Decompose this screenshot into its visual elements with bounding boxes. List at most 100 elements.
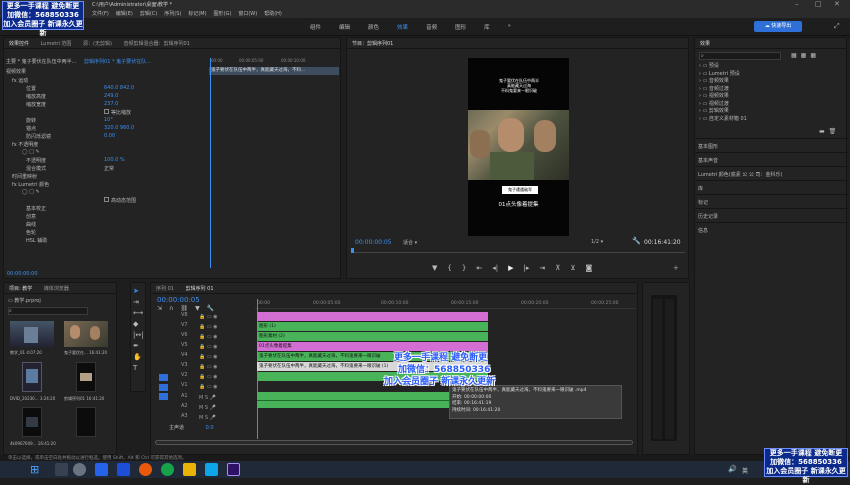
delete-icon[interactable]: 🗑 xyxy=(829,128,837,135)
workspace-assembly[interactable]: 组件 xyxy=(310,23,321,31)
section-basic-correction[interactable]: 基本校正 xyxy=(26,206,46,212)
tab-media-browser[interactable]: 媒体浏览器 xyxy=(39,283,74,293)
track-v6[interactable]: V6 xyxy=(181,332,188,338)
tree-item[interactable]: › ▭ 视频效果 xyxy=(699,93,839,101)
uniform-scale-checkbox[interactable] xyxy=(104,109,109,114)
source-patch-v1[interactable] xyxy=(159,374,168,381)
track-v3[interactable]: V3 xyxy=(181,362,188,368)
fullscreen-icon[interactable]: ⤢ xyxy=(834,23,840,30)
new-bin-icon[interactable]: ▬ xyxy=(819,128,825,135)
menu-window[interactable]: 窗口(W) xyxy=(238,10,257,17)
track-v2[interactable]: V2 xyxy=(181,372,188,378)
tree-item[interactable]: › ▭ 音频效果 xyxy=(699,78,839,86)
fit-select[interactable]: 适合 ▾ xyxy=(403,239,417,246)
eye-icon[interactable]: 🔒 ▭ ◉ xyxy=(199,372,218,382)
export-frame-icon[interactable]: ◙ xyxy=(585,264,592,272)
panel-essential-sound[interactable]: 基本声音 xyxy=(695,152,848,166)
section-hsl[interactable]: HSL 辅助 xyxy=(26,238,47,244)
tree-item[interactable]: › ▭ Lumetri 预设 xyxy=(699,71,839,79)
source-line[interactable]: 主要 * 鬼子要伏在队伍中两半... xyxy=(6,59,76,65)
step-forward-icon[interactable]: |▸ xyxy=(523,264,529,272)
master-value[interactable]: 0.0 xyxy=(206,425,214,431)
go-to-out-icon[interactable]: ⇥ xyxy=(539,264,545,272)
panel-info[interactable]: 信息 xyxy=(695,222,848,236)
hdr-checkbox[interactable] xyxy=(104,197,109,202)
ripple-edit-tool-icon[interactable]: ⟷ xyxy=(133,309,144,317)
tab-effect-controls[interactable]: 效果控件 xyxy=(4,38,34,48)
mute-icon[interactable]: M S 🎤 xyxy=(199,393,216,403)
add-marker-icon[interactable]: ▼ xyxy=(432,264,437,272)
add-button-icon[interactable]: + xyxy=(673,265,679,272)
project-item[interactable] xyxy=(76,407,96,437)
app-icon[interactable] xyxy=(95,463,108,476)
effect-lumetri[interactable]: fx Lumetri 颜色 xyxy=(12,182,49,188)
track-v1[interactable]: V1 xyxy=(181,382,188,388)
slip-tool-icon[interactable]: |↔| xyxy=(133,331,144,339)
menu-clip[interactable]: 剪辑(C) xyxy=(140,10,157,17)
track-a1[interactable]: A1 xyxy=(181,393,188,399)
workspace-libraries[interactable]: 库 xyxy=(484,23,490,31)
settings-icon[interactable]: 🔧 xyxy=(207,305,214,312)
hand-tool-icon[interactable]: ✋ xyxy=(133,353,144,361)
volume-icon[interactable]: 🔊 xyxy=(728,465,737,473)
scrollbar-thumb[interactable] xyxy=(155,440,633,445)
effect-controls-timecode[interactable]: 00:00:00:00 xyxy=(7,271,38,277)
tree-item[interactable]: › ▭ 剪辑效果 xyxy=(699,108,839,116)
playhead-line[interactable] xyxy=(210,58,211,268)
project-item[interactable] xyxy=(22,407,42,437)
eye-icon[interactable]: 🔒 ▭ ◉ xyxy=(199,312,218,322)
panel-essential-graphics[interactable]: 基本图形 xyxy=(695,138,848,152)
project-item[interactable] xyxy=(76,362,96,392)
tree-item[interactable]: › ▭ 自定义素材箱 01 xyxy=(699,116,839,124)
panel-history[interactable]: 历史记录 xyxy=(695,208,848,222)
panel-lumetri-color[interactable]: Lumetri 颜色(底素 公 公 司：金科乐) xyxy=(695,166,848,180)
tab-source[interactable]: 源：(无剪辑) xyxy=(78,38,117,48)
mute-icon[interactable]: M S 🎤 xyxy=(199,403,216,413)
clip-line[interactable]: 剪辑序列01 * 鬼子要伏在队... xyxy=(84,59,151,65)
menu-help[interactable]: 帮助(H) xyxy=(264,10,282,17)
tray-lang[interactable]: 英 xyxy=(742,466,748,475)
project-item[interactable] xyxy=(10,321,54,347)
anchor-value[interactable]: 320.0 960.0 xyxy=(104,125,134,131)
premiere-icon[interactable] xyxy=(227,463,240,476)
snap-icon[interactable]: ∩ xyxy=(169,305,173,312)
effects-search-input[interactable]: ⌕ xyxy=(699,52,781,60)
effect-time-remap[interactable]: 时间重映射 xyxy=(12,174,37,180)
menu-marker[interactable]: 标记(M) xyxy=(188,10,206,17)
tree-item[interactable]: › ▭ 预设 xyxy=(699,63,839,71)
audio-clip[interactable] xyxy=(257,392,457,408)
insert-icon[interactable]: ⇲ xyxy=(157,305,162,312)
track-a3[interactable]: A3 xyxy=(181,413,188,419)
tab-audio-clip-mixer[interactable]: 音频剪辑混合器：剪辑序列01 xyxy=(119,38,195,48)
section-curves[interactable]: 曲线 xyxy=(26,222,36,228)
program-scrub-bar[interactable] xyxy=(351,248,685,253)
close-icon[interactable]: ✕ xyxy=(834,1,840,8)
project-item[interactable] xyxy=(64,321,108,347)
settings-icon[interactable] xyxy=(73,463,86,476)
lift-icon[interactable]: ⊼ xyxy=(555,264,560,272)
menu-edit[interactable]: 编辑(E) xyxy=(116,10,133,17)
effect-controls-clip-bar[interactable]: 鬼子要伏在队伍中两半，真能藏天过海，不料... xyxy=(209,67,339,75)
playhead-marker[interactable] xyxy=(351,248,354,253)
section-color-wheels[interactable]: 色轮 xyxy=(26,230,36,236)
play-icon[interactable]: ▶ xyxy=(508,264,513,272)
source-patch-a1[interactable] xyxy=(159,393,168,400)
timeline-ruler[interactable]: 00:00 00:00:05:00 00:00:10:00 00:00:15:0… xyxy=(255,299,635,309)
wrench-icon[interactable]: 🔧 xyxy=(632,238,641,245)
workspace-editing[interactable]: 编辑 xyxy=(339,23,350,31)
scale-width-value[interactable]: 237.0 xyxy=(104,101,118,107)
windows-start-icon[interactable]: ⊞ xyxy=(30,463,39,476)
pen-mask-icon[interactable]: ✎ xyxy=(36,189,40,195)
marker-icon[interactable]: ▼ xyxy=(195,305,200,312)
yuv-effects-icon[interactable]: ▦ xyxy=(810,52,816,59)
source-patch-v2[interactable] xyxy=(159,384,168,391)
tree-item[interactable]: › ▭ 音频过渡 xyxy=(699,86,839,94)
position-value[interactable]: 640.0 842.0 xyxy=(104,85,134,91)
tab-lumetri-scopes[interactable]: Lumetri 范围 xyxy=(36,38,77,48)
go-to-in-icon[interactable]: ⇤ xyxy=(476,264,482,272)
rotation-value[interactable]: 10° xyxy=(104,117,113,123)
app-icon[interactable] xyxy=(117,463,130,476)
eye-icon[interactable]: 🔒 ▭ ◉ xyxy=(199,332,218,342)
search-icon[interactable] xyxy=(55,463,68,476)
linked-selection-icon[interactable]: ⛓ xyxy=(180,305,188,312)
